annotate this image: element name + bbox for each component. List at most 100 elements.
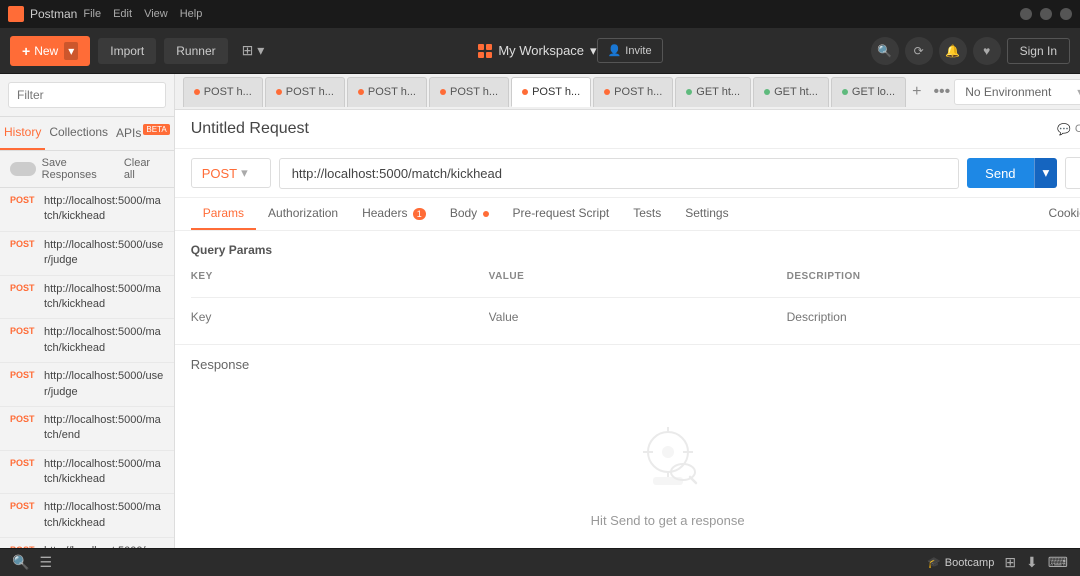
environment-select[interactable]: No Environment ▾ [954,79,1080,105]
description-input[interactable] [787,306,1077,328]
sign-in-button[interactable]: Sign In [1007,38,1070,64]
value-input[interactable] [489,306,779,328]
menu-edit[interactable]: Edit [113,8,132,20]
method-badge: POST [10,500,38,511]
search-icon-btn[interactable]: 🔍 [871,37,899,65]
request-tab-3[interactable]: POST h... [429,77,509,107]
history-url: http://localhost:5000/user/judge [44,369,164,400]
subtab-headers[interactable]: Headers 1 [350,198,438,230]
save-responses-label: Save Responses [42,157,124,181]
beta-badge: BETA [143,124,169,135]
tab-label: GET ht... [696,86,740,98]
history-url: http://localhost:5000/match/kickhead [44,500,164,531]
list-item[interactable]: POST http://localhost:5000/match/kickhea… [0,494,174,538]
url-input[interactable] [279,158,959,189]
request-tab-5[interactable]: POST h... [593,77,673,107]
download-status-icon[interactable]: ⬇ [1026,554,1038,571]
request-tab-0[interactable]: POST h... [183,77,263,107]
subtab-body[interactable]: Body [438,198,501,230]
list-item[interactable]: POST http://localhost:5000/user/judge [0,538,174,548]
list-item[interactable]: POST http://localhost:5000/user/judge [0,363,174,407]
list-item[interactable]: POST http://localhost:5000/match/kickhea… [0,276,174,320]
send-button[interactable]: Send [967,158,1033,188]
search-input[interactable] [8,82,166,108]
params-table: KEY VALUE DESCRIPTION ••• Bulk Edit [191,267,1080,332]
env-label: No Environment [965,85,1051,99]
import-button[interactable]: Import [98,38,156,64]
notification-icon-btn[interactable]: 🔔 [939,37,967,65]
query-params-title: Query Params [191,243,1080,257]
more-tabs-button[interactable]: ••• [929,81,954,103]
request-area: POST h... POST h... POST h... POST h... … [175,74,1080,548]
request-tab-1[interactable]: POST h... [265,77,345,107]
subtab-settings[interactable]: Settings [673,198,740,230]
subtab-tests[interactable]: Tests [621,198,673,230]
tab-collections[interactable]: Collections [45,117,112,150]
request-tab-2[interactable]: POST h... [347,77,427,107]
heart-icon-btn[interactable]: ♥ [973,37,1001,65]
layout-icon[interactable]: ⊞ ▾ [236,38,271,63]
method-badge: POST [10,282,38,293]
minimize-button[interactable]: ─ [1020,8,1032,20]
request-tab-7[interactable]: GET ht... [753,77,829,107]
method-badge: POST [10,457,38,468]
titlebar-menu: File Edit View Help [83,8,202,20]
titlebar-left: Postman File Edit View Help [8,6,202,22]
tab-apis[interactable]: APIsBETA [112,117,174,150]
tab-label: POST h... [532,86,580,98]
method-badge: POST [10,544,38,548]
close-button[interactable]: ✕ [1060,8,1072,20]
main-container: History Collections APIsBETA Save Respon… [0,74,1080,548]
send-chevron-button[interactable]: ▾ [1034,158,1058,188]
col-description: DESCRIPTION [787,271,1077,293]
request-tab-4[interactable]: POST h... [511,77,591,107]
tab-history[interactable]: History [0,117,45,150]
subtab-params[interactable]: Params [191,198,256,230]
grid-status-icon[interactable]: ⊞ [1004,554,1016,571]
bootcamp-label: Bootcamp [945,557,995,569]
comment-icon: 💬 [1057,123,1071,136]
request-tab-8[interactable]: GET lo... [831,77,906,107]
new-button[interactable]: + New ▾ [10,36,90,66]
sidebar-status-icon[interactable]: ☰ [39,554,52,571]
menu-view[interactable]: View [144,8,168,20]
invite-button[interactable]: 👤 Invite [597,38,663,63]
list-item[interactable]: POST http://localhost:5000/match/end [0,407,174,451]
list-item[interactable]: POST http://localhost:5000/user/judge [0,232,174,276]
keyboard-status-icon[interactable]: ⌨ [1048,554,1068,571]
menu-help[interactable]: Help [180,8,203,20]
key-input[interactable] [191,306,481,328]
workspace-button[interactable]: My Workspace ▾ [478,43,596,59]
comments-button[interactable]: 💬 Comments (0) [1057,123,1080,136]
maximize-button[interactable]: □ [1040,8,1052,20]
params-row [191,302,1080,332]
col-value: VALUE [489,271,779,293]
sync-icon-btn[interactable]: ⟳ [905,37,933,65]
history-toolbar: Save Responses Clear all [0,151,174,188]
list-item[interactable]: POST http://localhost:5000/match/kickhea… [0,188,174,232]
subtab-cookies[interactable]: Cookies [1041,198,1080,230]
method-select[interactable]: POST ▾ [191,158,271,188]
search-status-icon[interactable]: 🔍 [12,554,29,571]
toolbar: + New ▾ Import Runner ⊞ ▾ My Workspace ▾… [0,28,1080,74]
send-button-group: Send ▾ [967,158,1057,188]
method-dot [276,89,282,95]
method-label: POST [202,166,237,181]
subtab-authorization[interactable]: Authorization [256,198,350,230]
bootcamp-button[interactable]: 🎓 Bootcamp [927,556,994,569]
runner-button[interactable]: Runner [164,38,227,64]
list-item[interactable]: POST http://localhost:5000/match/kickhea… [0,451,174,495]
method-dot [358,89,364,95]
method-badge: POST [10,238,38,249]
new-chevron-icon[interactable]: ▾ [64,42,78,60]
request-subtabs: Params Authorization Headers 1 Body Pre-… [175,198,1080,231]
save-button[interactable]: Save [1065,157,1080,189]
list-item[interactable]: POST http://localhost:5000/match/kickhea… [0,319,174,363]
subtab-pre-request[interactable]: Pre-request Script [501,198,622,230]
request-tab-6[interactable]: GET ht... [675,77,751,107]
tab-label: POST h... [368,86,416,98]
add-tab-button[interactable]: + [908,81,925,103]
clear-all-button[interactable]: Clear all [124,157,164,181]
save-responses-toggle-switch[interactable] [10,162,36,176]
menu-file[interactable]: File [83,8,101,20]
